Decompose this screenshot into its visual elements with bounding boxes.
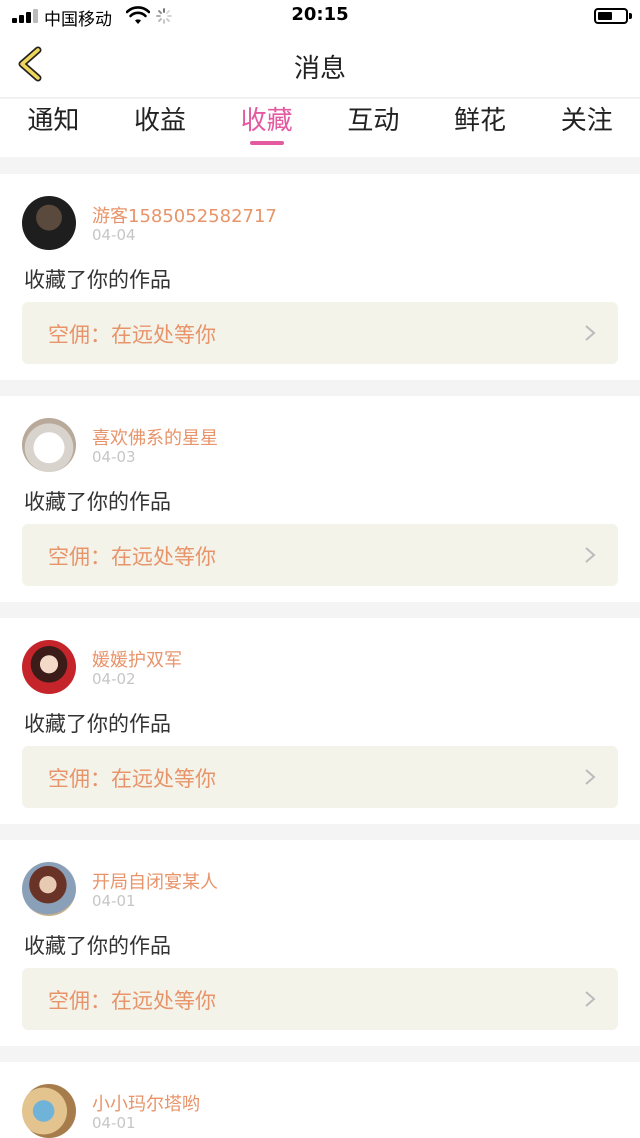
tab-label: 收益 — [134, 106, 187, 136]
chevron-right-icon — [585, 991, 596, 1007]
message-card: 媛媛护双军 04-02 收藏了你的作品 空佣：在远处等你 — [0, 618, 640, 824]
work-title: 空佣：在远处等你 — [48, 989, 216, 1013]
username[interactable]: 喜欢佛系的星星 — [92, 424, 218, 450]
tab-follows[interactable]: 关注 — [533, 99, 640, 157]
message-action: 收藏了你的作品 — [24, 712, 171, 736]
message-action: 收藏了你的作品 — [24, 934, 171, 958]
work-link[interactable]: 空佣：在远处等你 — [22, 968, 618, 1030]
work-title: 空佣：在远处等你 — [48, 545, 216, 569]
username[interactable]: 游客1585052582717 — [92, 202, 277, 228]
status-bar: 中国移动 20:15 — [0, 0, 640, 32]
tab-label: 鲜花 — [454, 106, 507, 136]
tab-interactions[interactable]: 互动 — [320, 99, 427, 157]
status-time: 20:15 — [291, 4, 349, 25]
header: 消息 — [0, 32, 640, 98]
tab-label: 关注 — [560, 106, 613, 136]
message-date: 04-02 — [92, 670, 136, 688]
message-action: 收藏了你的作品 — [24, 490, 171, 514]
work-link[interactable]: 空佣：在远处等你 — [22, 524, 618, 586]
message-action: 收藏了你的作品 — [24, 268, 171, 292]
message-date: 04-04 — [92, 226, 136, 244]
username[interactable]: 开局自闭宴某人 — [92, 868, 218, 894]
battery-icon — [594, 8, 632, 24]
work-link[interactable]: 空佣：在远处等你 — [22, 302, 618, 364]
active-tab-indicator — [249, 141, 284, 145]
username[interactable]: 小小玛尔塔哟 — [92, 1090, 200, 1116]
tab-notifications[interactable]: 通知 — [0, 99, 107, 157]
tab-label: 收藏 — [240, 106, 293, 136]
message-card: 喜欢佛系的星星 04-03 收藏了你的作品 空佣：在远处等你 — [0, 396, 640, 602]
tab-label: 通知 — [27, 106, 80, 136]
message-card: 游客1585052582717 04-04 收藏了你的作品 空佣：在远处等你 — [0, 174, 640, 380]
avatar[interactable] — [22, 640, 76, 694]
username[interactable]: 媛媛护双军 — [92, 646, 182, 672]
message-date: 04-01 — [92, 1114, 136, 1132]
message-card: 小小玛尔塔哟 04-01 — [0, 1062, 640, 1138]
message-date: 04-03 — [92, 448, 136, 466]
avatar[interactable] — [22, 196, 76, 250]
tab-favorites[interactable]: 收藏 — [213, 99, 320, 157]
chevron-right-icon — [585, 769, 596, 785]
chevron-right-icon — [585, 325, 596, 341]
chevron-right-icon — [585, 547, 596, 563]
message-card: 开局自闭宴某人 04-01 收藏了你的作品 空佣：在远处等你 — [0, 840, 640, 1046]
work-link[interactable]: 空佣：在远处等你 — [22, 746, 618, 808]
tab-earnings[interactable]: 收益 — [107, 99, 214, 157]
work-title: 空佣：在远处等你 — [48, 767, 216, 791]
tab-label: 互动 — [347, 106, 400, 136]
avatar[interactable] — [22, 418, 76, 472]
tab-flowers[interactable]: 鲜花 — [427, 99, 534, 157]
tab-bar: 通知 收益 收藏 互动 鲜花 关注 — [0, 99, 640, 157]
work-title: 空佣：在远处等你 — [48, 323, 216, 347]
page-title: 消息 — [293, 54, 346, 84]
message-date: 04-01 — [92, 892, 136, 910]
avatar[interactable] — [22, 862, 76, 916]
avatar[interactable] — [22, 1084, 76, 1138]
